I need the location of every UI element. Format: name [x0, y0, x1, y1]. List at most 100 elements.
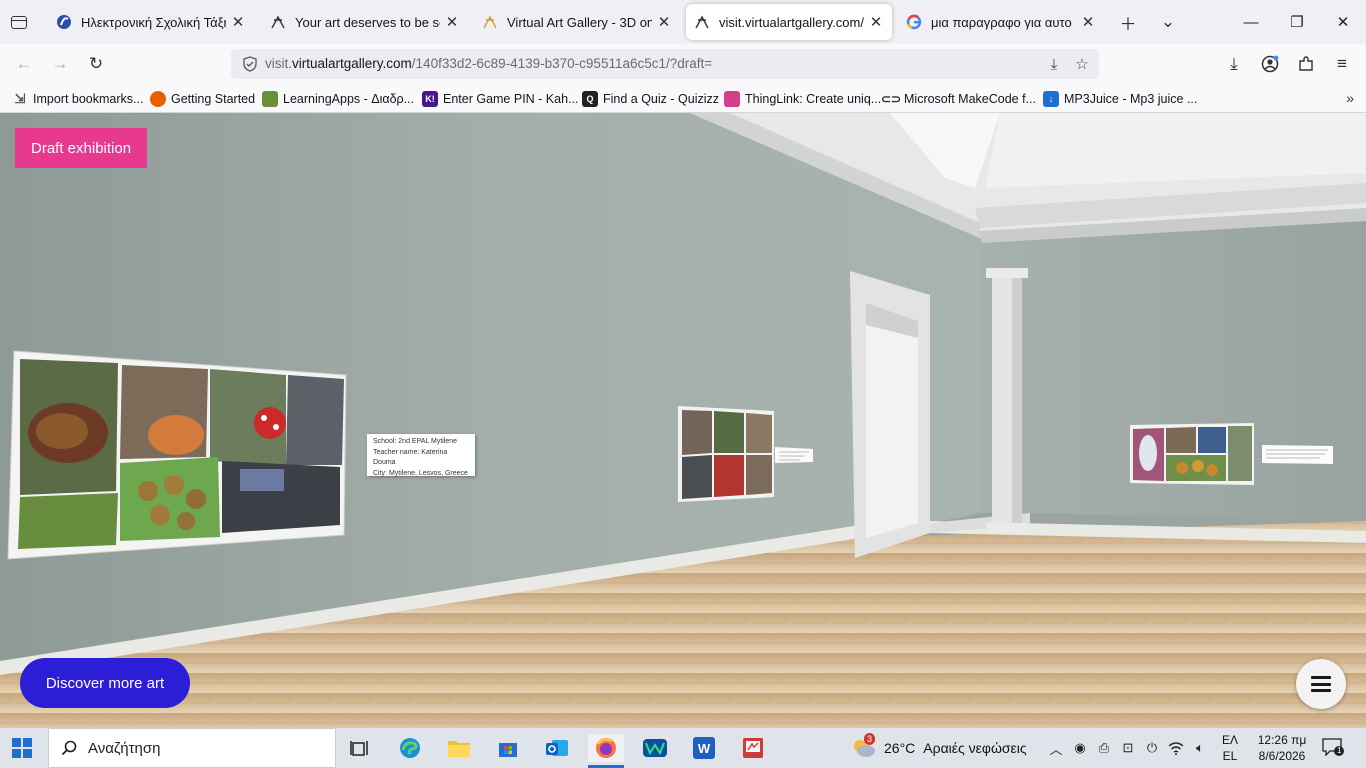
vag-icon: [482, 14, 498, 30]
tab-title: Your art deserves to be seen |: [295, 14, 440, 30]
clock-date: 8/6/2026: [1258, 749, 1306, 763]
chevron-down-icon[interactable]: ⌄: [1156, 10, 1180, 34]
back-arrow-icon[interactable]: ←: [12, 52, 36, 76]
list-all-tabs-icon[interactable]: [8, 11, 30, 33]
label-school: School: 2nd EPAL Mytilene: [373, 438, 458, 445]
system-clock[interactable]: 12:26 πμ 8/6/2026: [1252, 732, 1312, 764]
tab-eclass[interactable]: Ηλεκτρονική Σχολική Τάξη (ηl ✕: [48, 4, 254, 40]
minimize-icon[interactable]: —: [1228, 6, 1274, 38]
shield-icon[interactable]: [241, 55, 259, 73]
bookmark-kahoot[interactable]: K! Enter Game PIN - Kah...: [422, 90, 578, 108]
keyboard-code: EL: [1222, 749, 1238, 763]
input-language[interactable]: ΕΛ EL: [1222, 732, 1238, 764]
import-icon: ⇲: [14, 91, 26, 106]
task-view-icon[interactable]: [342, 734, 378, 762]
window-close-icon[interactable]: ✕: [1320, 6, 1366, 38]
bookmark-mp3juice[interactable]: ↓ MP3Juice - Mp3 juice ...: [1043, 90, 1197, 108]
firefox-icon: [150, 91, 166, 107]
battery-plug-icon[interactable]: ⏻: [1144, 740, 1160, 756]
record-icon[interactable]: ◉: [1072, 740, 1088, 756]
bookmark-import[interactable]: ⇲ Import bookmarks...: [12, 90, 144, 108]
close-tab-icon[interactable]: ✕: [656, 13, 672, 31]
search-icon: [60, 739, 78, 757]
tab-google-search[interactable]: μια παραγραφο για αυτο εδω ✕: [898, 4, 1104, 40]
microsoft-store-icon[interactable]: [490, 734, 526, 762]
artwork-label-right[interactable]: [1262, 445, 1333, 464]
kahoot-icon: K!: [422, 91, 438, 107]
edge-icon[interactable]: [392, 734, 428, 762]
firefox-taskbar-icon[interactable]: [588, 734, 624, 768]
new-tab-icon[interactable]: ＋: [1116, 10, 1140, 34]
vag-icon: [270, 14, 286, 30]
notification-count: 1: [1334, 746, 1345, 756]
restore-icon[interactable]: ❐: [1274, 6, 1320, 38]
extensions-icon[interactable]: [1294, 52, 1318, 76]
notifications-icon[interactable]: 1: [1322, 738, 1345, 758]
close-tab-icon[interactable]: ✕: [1080, 13, 1096, 31]
makecode-icon: ⊂⊃: [880, 92, 902, 106]
windows-taskbar: Αναζήτηση W 3 26°C Αραιές νεφώσεις ︿ ◉ ⎙…: [0, 728, 1366, 768]
windows-start-icon[interactable]: [12, 738, 32, 758]
account-icon[interactable]: [1258, 52, 1282, 76]
bookmark-makecode[interactable]: ⊂⊃ Microsoft MakeCode f...: [880, 90, 1036, 108]
bookmark-learningapps[interactable]: LearningApps - Διαδρ...: [262, 90, 414, 108]
bookmark-thinglink[interactable]: ThingLink: Create uniq...: [724, 90, 881, 108]
search-placeholder: Αναζήτηση: [88, 739, 161, 757]
weather-badge: 3: [864, 733, 876, 745]
outlook-icon[interactable]: [539, 734, 575, 762]
bookmark-quizizz[interactable]: Q Find a Quiz - Quizizz: [582, 90, 719, 108]
tab-strip: Ηλεκτρονική Σχολική Τάξη (ηl ✕ Your art …: [0, 0, 1366, 44]
tab-title: μια παραγραφο για αυτο εδω: [931, 14, 1076, 30]
webex-icon[interactable]: [637, 734, 673, 762]
learningapps-icon: [262, 91, 278, 107]
volume-icon[interactable]: 🔈︎: [1192, 740, 1208, 756]
downloads-icon[interactable]: ⤓: [1222, 52, 1246, 76]
wifi-icon[interactable]: [1168, 740, 1184, 756]
tab-title: Ηλεκτρονική Σχολική Τάξη (ηl: [81, 14, 226, 30]
tab-visit-gallery[interactable]: visit.virtualartgallery.com/140 ✕: [686, 4, 892, 40]
discover-more-art-button[interactable]: Discover more art: [20, 658, 190, 708]
presentation-app-icon[interactable]: [735, 734, 771, 762]
navigation-toolbar: ← → ↻ visit.virtualartgallery.com/140f33…: [0, 44, 1366, 84]
gallery-menu-button[interactable]: [1296, 659, 1346, 709]
forward-arrow-icon[interactable]: →: [48, 52, 72, 76]
label-city: City: Mytilene, Lesvos, Greece: [373, 469, 468, 477]
weather-temperature: 26°C: [884, 740, 916, 756]
close-tab-icon[interactable]: ✕: [868, 13, 884, 31]
more-bookmarks-icon[interactable]: »: [1346, 90, 1354, 106]
artwork-label-compost[interactable]: School: 2nd EPAL Mytilene Teacher name: …: [367, 434, 475, 477]
taskbar-search-input[interactable]: Αναζήτηση: [48, 728, 336, 768]
eclass-icon: [56, 14, 72, 30]
save-to-pocket-icon[interactable]: ⤓: [1044, 54, 1064, 74]
word-icon[interactable]: W: [686, 734, 722, 762]
close-tab-icon[interactable]: ✕: [444, 13, 460, 31]
app-menu-icon[interactable]: ≡: [1330, 52, 1354, 76]
close-tab-icon[interactable]: ✕: [230, 13, 246, 31]
artwork-collage-middle[interactable]: [678, 406, 774, 502]
file-explorer-icon[interactable]: [441, 734, 477, 762]
artwork-compost-collage[interactable]: [7, 350, 347, 560]
tab-title: visit.virtualartgallery.com/140: [719, 14, 864, 30]
tab-your-art[interactable]: Your art deserves to be seen | ✕: [262, 4, 468, 40]
gallery-3d-viewport[interactable]: [0, 113, 1366, 728]
weather-description: Αραιές νεφώσεις: [923, 740, 1027, 756]
onedrive-status-icon[interactable]: ⊡: [1120, 740, 1136, 756]
weather-widget[interactable]: 3 26°C Αραιές νεφώσεις: [850, 728, 1027, 768]
artwork-label-middle[interactable]: [775, 447, 813, 463]
reload-icon[interactable]: ↻: [84, 52, 108, 76]
vag-icon: [694, 14, 710, 30]
language-code: ΕΛ: [1222, 733, 1239, 747]
address-bar[interactable]: visit.virtualartgallery.com/140f33d2-6c8…: [231, 49, 1099, 79]
bookmark-star-icon[interactable]: ☆: [1072, 54, 1092, 74]
tab-virtual-art-gallery[interactable]: Virtual Art Gallery - 3D online ✕: [474, 4, 680, 40]
url-text[interactable]: visit.virtualartgallery.com/140f33d2-6c8…: [265, 56, 712, 71]
label-teacher: Teacher name: Katerina Douma: [373, 448, 448, 467]
device-icon[interactable]: ⎙: [1096, 740, 1112, 756]
show-hidden-icons-icon[interactable]: ︿: [1048, 740, 1064, 757]
weather-cloud-sun-icon: 3: [850, 733, 878, 760]
google-icon: [906, 14, 922, 30]
hamburger-icon: [1311, 676, 1331, 692]
draft-exhibition-button[interactable]: Draft exhibition: [15, 128, 148, 168]
bookmark-getting-started[interactable]: Getting Started: [150, 90, 255, 108]
artwork-collage-right[interactable]: [1130, 423, 1254, 485]
